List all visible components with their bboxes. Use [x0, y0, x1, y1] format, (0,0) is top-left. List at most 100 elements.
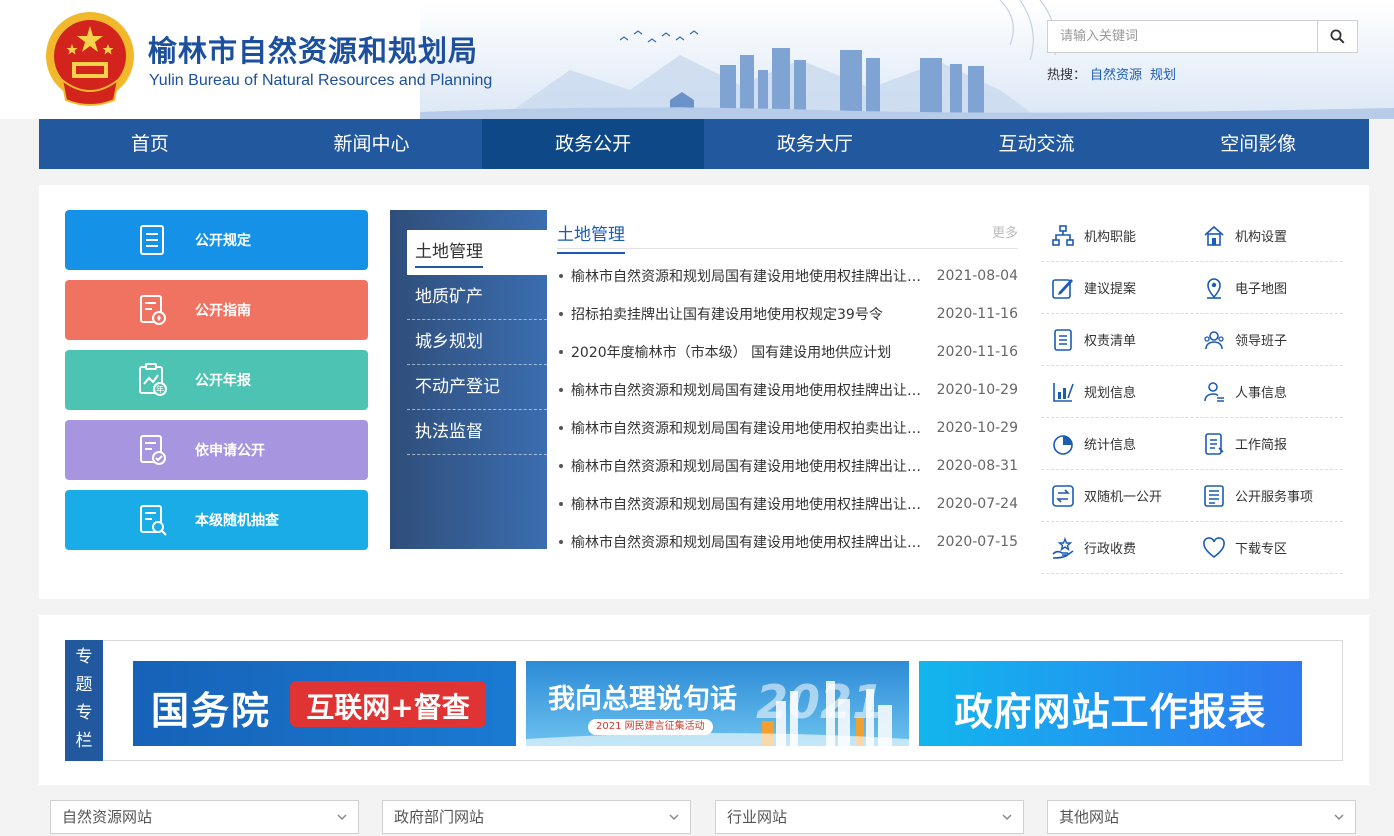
select-value: 自然资源网站	[62, 808, 153, 826]
news-item[interactable]: 榆林市自然资源和规划局国有建设用地使用权挂牌出让公告 2020-08-31	[557, 447, 1018, 485]
quick-link-work-bulletin[interactable]: 工作简报	[1192, 418, 1343, 469]
site-header: 榆林市自然资源和规划局 Yulin Bureau of Natural Reso…	[0, 0, 1394, 119]
quick-link-statistics[interactable]: 统计信息	[1041, 418, 1192, 469]
list-doc-icon	[140, 225, 164, 255]
nav-gov-service-hall[interactable]: 政务大厅	[704, 119, 926, 169]
apply-disclosure-button[interactable]: 依申请公开	[65, 420, 368, 480]
annual-report-button[interactable]: 年 公开年报	[65, 350, 368, 410]
quick-links: 机构职能 机构设置 建议提案 电子地图 权责清单 领导班子 规划信息 人事信息 …	[1041, 210, 1343, 574]
disclosure-guide-button[interactable]: 公开指南	[65, 280, 368, 340]
map-pin-icon	[1207, 277, 1221, 299]
other-sites-select[interactable]: 其他网站	[1047, 800, 1356, 834]
quick-link-org-functions[interactable]: 机构职能	[1041, 210, 1192, 261]
banner-speak-to-premier[interactable]: 2021 我向总理说句话 2021 网民建言征集活动	[526, 661, 909, 746]
news-item[interactable]: 2020年度榆林市（市本级） 国有建设用地供应计划 2020-11-16	[557, 333, 1018, 371]
disclosure-rules-label: 公开规定	[195, 233, 251, 249]
bullet-dot	[559, 540, 563, 544]
bullet-dot	[559, 312, 563, 316]
news-item-title: 招标拍卖挂牌出让国有建设用地使用权规定39号令	[571, 307, 883, 323]
search-input[interactable]	[1048, 21, 1317, 52]
nav-gov-affairs-open[interactable]: 政务公开	[482, 119, 705, 169]
quick-link-admin-fees[interactable]: 行政收费	[1041, 522, 1192, 573]
quick-link-e-map[interactable]: 电子地图	[1192, 262, 1343, 313]
banner-gov-site-report[interactable]: 政府网站工作报表	[919, 661, 1302, 746]
chevron-down-icon	[669, 814, 679, 821]
topics-tag-char: 题	[75, 675, 93, 695]
heart-download-icon	[1203, 536, 1225, 558]
industry-sites-select[interactable]: 行业网站	[715, 800, 1024, 834]
bar-chart-icon	[1053, 382, 1074, 402]
hot-link-planning[interactable]: 规划	[1150, 68, 1176, 83]
quick-link-downloads[interactable]: 下载专区	[1192, 522, 1343, 573]
menu-geology-minerals[interactable]: 地质矿产	[407, 275, 547, 320]
natural-resources-sites-select[interactable]: 自然资源网站	[50, 800, 359, 834]
quick-link-leadership[interactable]: 领导班子	[1192, 314, 1343, 365]
report-icon	[1205, 432, 1224, 455]
quick-link-planning-info[interactable]: 规划信息	[1041, 366, 1192, 417]
menu-urban-rural-planning[interactable]: 城乡规划	[407, 320, 547, 365]
shuffle-icon	[1052, 484, 1074, 507]
quick-link-label: 统计信息	[1084, 438, 1137, 453]
quick-link-personnel-info[interactable]: 人事信息	[1192, 366, 1343, 417]
news-item[interactable]: 榆林市自然资源和规划局国有建设用地使用权挂牌出让公告 2020-10-29	[557, 371, 1018, 409]
quick-link-double-random[interactable]: 双随机一公开	[1041, 470, 1192, 521]
random-inspection-label: 本级随机抽查	[195, 513, 279, 529]
banner2-year: 2021	[756, 675, 885, 729]
quick-link-label: 工作简报	[1235, 438, 1288, 453]
news-item[interactable]: 招标拍卖挂牌出让国有建设用地使用权规定39号令 2020-11-16	[557, 295, 1018, 333]
news-item[interactable]: 榆林市自然资源和规划局国有建设用地使用权挂牌出让公告 2021-08-04	[557, 257, 1018, 295]
national-emblem-logo	[46, 12, 134, 106]
nav-interaction[interactable]: 互动交流	[926, 119, 1148, 169]
pie-chart-icon	[1053, 434, 1073, 455]
banner-state-council-supervision[interactable]: 国务院 互联网+督查	[133, 661, 516, 746]
quick-link-responsibility-list[interactable]: 权责清单	[1041, 314, 1192, 365]
news-item-date: 2020-11-16	[936, 344, 1018, 360]
menu-land-management-label: 土地管理	[415, 242, 483, 268]
menu-real-estate-registration[interactable]: 不动产登记	[407, 365, 547, 410]
quick-links-row: 行政收费 下载专区	[1041, 522, 1343, 574]
menu-law-enforcement[interactable]: 执法监督	[407, 410, 547, 455]
quick-links-row: 统计信息 工作简报	[1041, 418, 1343, 470]
quick-link-public-services[interactable]: 公开服务事项	[1192, 470, 1343, 521]
fee-hand-icon	[1052, 536, 1074, 559]
banner2-main-text: 我向总理说句话	[548, 684, 737, 715]
nav-home[interactable]: 首页	[39, 119, 261, 169]
quick-links-row: 建议提案 电子地图	[1041, 262, 1343, 314]
quick-link-org-setup[interactable]: 机构设置	[1192, 210, 1343, 261]
gov-department-sites-select[interactable]: 政府部门网站	[382, 800, 691, 834]
news-item[interactable]: 榆林市自然资源和规划局国有建设用地使用权挂牌出让公告 2020-07-15	[557, 523, 1018, 561]
bullet-dot	[559, 274, 563, 278]
bullet-dot	[559, 350, 563, 354]
quick-link-label: 双随机一公开	[1084, 490, 1163, 505]
more-link[interactable]: 更多	[992, 222, 1018, 241]
quick-links-row: 双随机一公开 公开服务事项	[1041, 470, 1343, 522]
menu-land-management[interactable]: 土地管理	[407, 230, 547, 275]
news-item[interactable]: 榆林市自然资源和规划局国有建设用地使用权拍卖出让公告 2020-10-29	[557, 409, 1018, 447]
org-chart-icon	[1052, 224, 1074, 246]
svg-text:年: 年	[156, 384, 164, 394]
city-skyline-illustration	[420, 0, 1394, 119]
special-topics-tag: 专 题 专 栏	[65, 640, 103, 761]
banner3-text: 政府网站工作报表	[954, 690, 1267, 734]
nav-news-center[interactable]: 新闻中心	[261, 119, 483, 169]
topics-tag-char: 专	[75, 703, 93, 723]
search-button[interactable]	[1317, 21, 1357, 52]
nav-spatial-imagery[interactable]: 空间影像	[1147, 119, 1369, 169]
news-item-date: 2020-08-31	[936, 458, 1018, 474]
topics-tag-char: 栏	[75, 731, 93, 751]
news-item[interactable]: 榆林市自然资源和规划局国有建设用地使用权挂牌出让公告 2020-07-24	[557, 485, 1018, 523]
category-menu: 土地管理 地质矿产 城乡规划 不动产登记 执法监督	[390, 210, 547, 549]
topics-tag-char: 专	[75, 647, 93, 667]
service-list-icon	[1204, 484, 1224, 507]
news-item-date: 2020-07-24	[936, 496, 1018, 512]
edit-note-icon	[1052, 278, 1073, 299]
news-item-date: 2021-08-04	[936, 268, 1018, 284]
site-subtitle: Yulin Bureau of Natural Resources and Pl…	[149, 72, 493, 89]
annual-report-label: 公开年报	[195, 373, 251, 389]
apply-disclosure-label: 依申请公开	[195, 443, 265, 459]
quick-link-label: 建议提案	[1084, 282, 1137, 297]
hot-link-natural-resources[interactable]: 自然资源	[1090, 68, 1142, 83]
quick-link-proposals[interactable]: 建议提案	[1041, 262, 1192, 313]
disclosure-rules-button[interactable]: 公开规定	[65, 210, 368, 270]
random-inspection-button[interactable]: 本级随机抽查	[65, 490, 368, 550]
